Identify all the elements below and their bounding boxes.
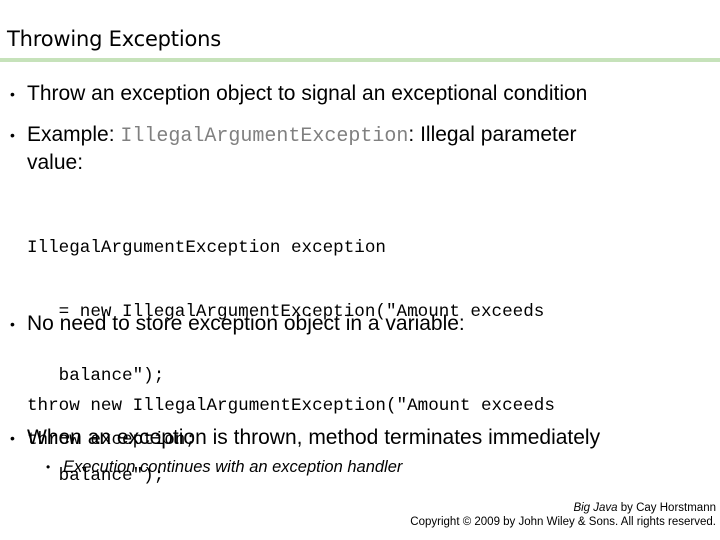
sub-bullet-exception-handler: • Execution continues with an exception … [46, 456, 402, 478]
sub-bullet-dot-icon: • [46, 460, 51, 474]
bullet-text: Example: IllegalArgumentException: Illeg… [10, 122, 577, 176]
bullet-method-terminates: • When an exception is thrown, method te… [10, 425, 600, 451]
bullet-example: • Example: IllegalArgumentException: Ill… [10, 122, 577, 176]
footer-book-credit: Big Java by Cay Horstmann [410, 501, 716, 515]
bullet-text: Throw an exception object to signal an e… [27, 82, 588, 105]
sub-bullet-text: Execution continues with an exception ha… [63, 458, 403, 476]
footer-copyright: Copyright © 2009 by John Wiley & Sons. A… [410, 516, 716, 528]
title-divider [0, 58, 720, 62]
example-description: : Illegal parameter [408, 123, 577, 146]
example-description-cont: value: [27, 151, 84, 174]
bullet-text: When an exception is thrown, method term… [27, 426, 601, 449]
bullet-text: No need to store exception object in a v… [27, 312, 465, 335]
slide-footer: Big Java by Cay Horstmann Copyright © 20… [410, 501, 716, 529]
bullet-dot-icon: • [10, 127, 15, 143]
footer-book-title: Big Java [573, 502, 618, 514]
slide-title: Throwing Exceptions [7, 27, 221, 51]
code-line: throw new IllegalArgumentException("Amou… [27, 396, 555, 416]
bullet-dot-icon: • [10, 430, 15, 446]
bullet-no-variable: • No need to store exception object in a… [10, 311, 465, 337]
footer-author: by Cay Horstmann [617, 502, 716, 514]
code-line: IllegalArgumentException exception [27, 238, 386, 258]
bullet-throw-object: • Throw an exception object to signal an… [10, 81, 587, 107]
bullet-dot-icon: • [10, 316, 15, 332]
example-label: Example: [27, 123, 121, 146]
bullet-dot-icon: • [10, 86, 15, 102]
inline-code-exception-class: IllegalArgumentException [120, 125, 409, 148]
